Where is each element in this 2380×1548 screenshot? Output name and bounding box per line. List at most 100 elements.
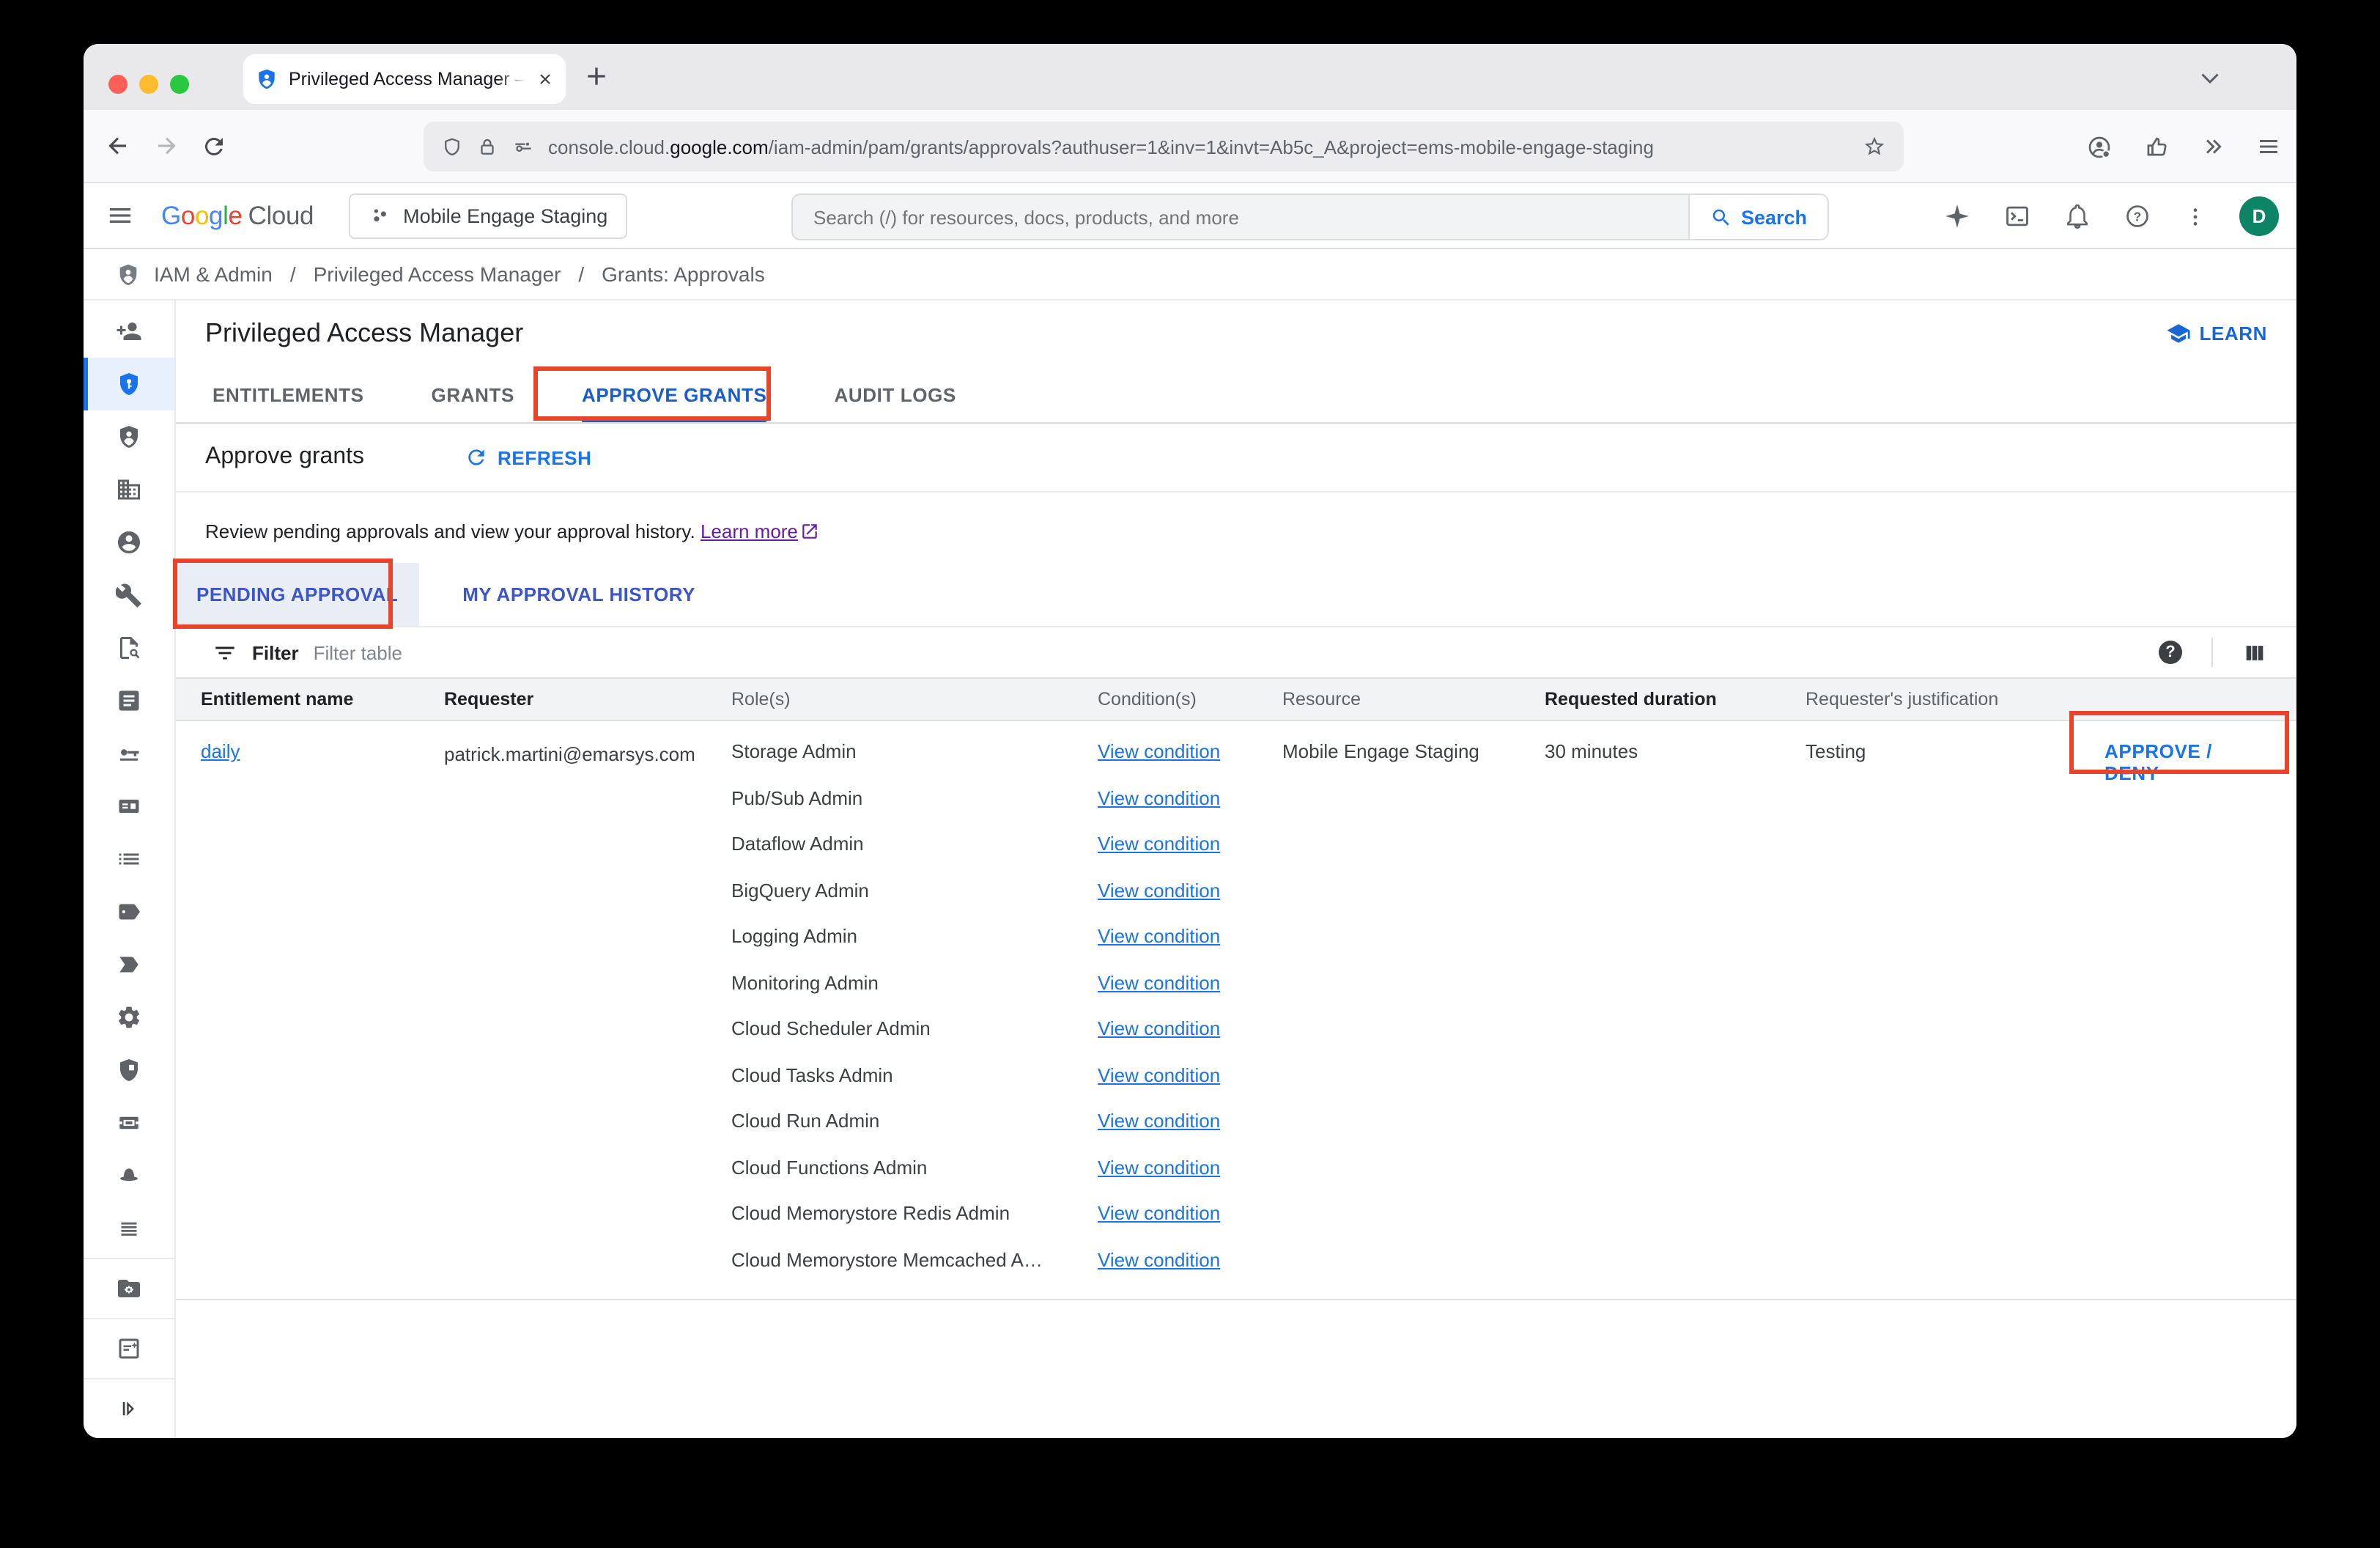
- subtab-pending-approval[interactable]: PENDING APPROVAL: [176, 563, 418, 626]
- account-avatar[interactable]: D: [2239, 196, 2279, 236]
- url-text[interactable]: console.cloud.google.com/iam-admin/pam/g…: [548, 136, 1849, 158]
- sidebar-item-labels[interactable]: [84, 938, 174, 991]
- permissions-icon[interactable]: [511, 135, 535, 158]
- cloud-shell-icon[interactable]: [2003, 202, 2031, 230]
- learn-more-link[interactable]: Learn more: [701, 520, 798, 542]
- col-entitlement-name[interactable]: Entitlement name: [201, 689, 444, 710]
- sidebar-collapse[interactable]: [84, 1382, 174, 1435]
- entitlement-link[interactable]: daily: [201, 740, 240, 762]
- browser-tab[interactable]: Privileged Access Manager – IAM: [243, 54, 566, 104]
- tab-entitlements[interactable]: ENTITLEMENTS: [212, 366, 364, 422]
- gemini-sparkle-icon[interactable]: [1943, 202, 1971, 230]
- minimize-window-button[interactable]: [139, 75, 158, 94]
- gear-icon: [116, 1004, 142, 1031]
- sidebar-item-manage-resources[interactable]: [84, 1262, 174, 1315]
- sidebar-item-quotas[interactable]: [84, 1202, 174, 1255]
- iam-sidebar: [84, 301, 176, 1438]
- col-requesters-justification[interactable]: Requester's justification: [1806, 689, 2104, 710]
- sidebar-item-settings[interactable]: [84, 991, 174, 1044]
- sidebar-item-iam[interactable]: [84, 305, 174, 358]
- breadcrumb-app[interactable]: Privileged Access Manager: [314, 262, 561, 286]
- sidebar-item-workload-identity[interactable]: [84, 569, 174, 622]
- console-search-bar[interactable]: Search: [791, 194, 1829, 240]
- subtab-my-approval-history[interactable]: MY APPROVAL HISTORY: [442, 563, 716, 626]
- flag-icon: [116, 951, 142, 978]
- project-selector-button[interactable]: Mobile Engage Staging: [349, 193, 627, 238]
- col-roles[interactable]: Role(s): [731, 689, 1098, 710]
- sidebar-item-essential-contacts[interactable]: [84, 1096, 174, 1149]
- condition-line: View condition: [1098, 1099, 1282, 1146]
- sidebar-item-security[interactable]: [84, 1044, 174, 1096]
- thumbs-up-icon[interactable]: [2143, 133, 2170, 161]
- zoom-window-button[interactable]: [170, 75, 189, 94]
- col-conditions[interactable]: Condition(s): [1098, 689, 1282, 710]
- sidebar-item-privacy[interactable]: [84, 1149, 174, 1202]
- sidebar-item-list[interactable]: [84, 833, 174, 885]
- role-name: Storage Admin: [731, 730, 1098, 776]
- tab-approve-grants[interactable]: APPROVE GRANTS: [582, 366, 767, 422]
- column-display-icon[interactable]: [2242, 640, 2267, 665]
- sidebar-item-organization[interactable]: [84, 463, 174, 516]
- condition-line: View condition: [1098, 1053, 1282, 1099]
- sidebar-item-workforce[interactable]: [84, 780, 174, 833]
- sidebar-item-policy-analyzer[interactable]: [84, 622, 174, 674]
- close-window-button[interactable]: [108, 75, 128, 94]
- sidebar-item-service-accounts[interactable]: [84, 516, 174, 569]
- sidebar-item-tags[interactable]: [84, 885, 174, 938]
- new-tab-button[interactable]: [582, 62, 611, 91]
- condition-line: View condition: [1098, 776, 1282, 822]
- filter-table-input[interactable]: [314, 641, 2144, 663]
- view-condition-link[interactable]: View condition: [1098, 879, 1220, 901]
- add-user-icon: [116, 318, 142, 344]
- learn-button[interactable]: LEARN: [2165, 321, 2267, 346]
- tab-grants[interactable]: GRANTS: [432, 366, 514, 422]
- view-condition-link[interactable]: View condition: [1098, 1202, 1220, 1224]
- table-help-icon[interactable]: ?: [2159, 641, 2182, 664]
- lock-icon[interactable]: [476, 136, 498, 158]
- tracking-shield-icon[interactable]: [441, 136, 463, 158]
- back-icon[interactable]: [104, 132, 132, 160]
- sidebar-item-keys[interactable]: [84, 727, 174, 780]
- view-condition-link[interactable]: View condition: [1098, 786, 1220, 808]
- col-requester[interactable]: Requester: [444, 689, 731, 710]
- view-condition-link[interactable]: View condition: [1098, 1110, 1220, 1132]
- view-condition-link[interactable]: View condition: [1098, 1248, 1220, 1270]
- list-tabs-chevron-icon[interactable]: [2197, 64, 2223, 91]
- view-condition-link[interactable]: View condition: [1098, 833, 1220, 855]
- refresh-button[interactable]: REFRESH: [464, 446, 591, 469]
- approve-deny-button[interactable]: APPROVE / DENY: [2104, 730, 2257, 1284]
- forward-icon[interactable]: [152, 132, 180, 160]
- col-resource[interactable]: Resource: [1282, 689, 1545, 710]
- sidebar-item-policy[interactable]: [84, 674, 174, 727]
- sidebar-item-release-notes[interactable]: [84, 1322, 174, 1375]
- close-tab-icon[interactable]: [536, 70, 554, 88]
- view-condition-link[interactable]: View condition: [1098, 740, 1220, 762]
- view-condition-link[interactable]: View condition: [1098, 1156, 1220, 1178]
- sidebar-item-pam[interactable]: [84, 358, 174, 410]
- overflow-chevrons-icon[interactable]: [2200, 133, 2226, 160]
- tab-audit-logs[interactable]: AUDIT LOGS: [835, 366, 956, 422]
- view-condition-link[interactable]: View condition: [1098, 1064, 1220, 1086]
- nav-menu-icon[interactable]: [106, 201, 135, 230]
- bookmark-star-icon[interactable]: [1863, 135, 1886, 158]
- search-input[interactable]: [793, 206, 1688, 228]
- view-condition-link[interactable]: View condition: [1098, 1017, 1220, 1039]
- col-requested-duration[interactable]: Requested duration: [1545, 689, 1806, 710]
- help-icon[interactable]: ?: [2124, 202, 2151, 230]
- project-dots-icon: [368, 204, 391, 227]
- sidebar-item-identity[interactable]: [84, 410, 174, 463]
- notifications-bell-icon[interactable]: [2063, 202, 2091, 230]
- google-cloud-logo[interactable]: GoogleCloud: [161, 200, 314, 231]
- condition-line: View condition: [1098, 1007, 1282, 1053]
- table-header: Entitlement name Requester Role(s) Condi…: [176, 677, 2296, 721]
- gcp-header: GoogleCloud Mobile Engage Staging Search…: [84, 183, 2296, 249]
- view-condition-link[interactable]: View condition: [1098, 971, 1220, 993]
- more-options-icon[interactable]: [2184, 204, 2207, 228]
- reload-icon[interactable]: [201, 133, 227, 159]
- menu-icon[interactable]: [2255, 133, 2282, 160]
- url-bar[interactable]: console.cloud.google.com/iam-admin/pam/g…: [424, 122, 1904, 172]
- breadcrumb-section[interactable]: IAM & Admin: [154, 262, 273, 286]
- account-icon[interactable]: [2085, 133, 2113, 161]
- search-button[interactable]: Search: [1688, 195, 1828, 239]
- view-condition-link[interactable]: View condition: [1098, 925, 1220, 947]
